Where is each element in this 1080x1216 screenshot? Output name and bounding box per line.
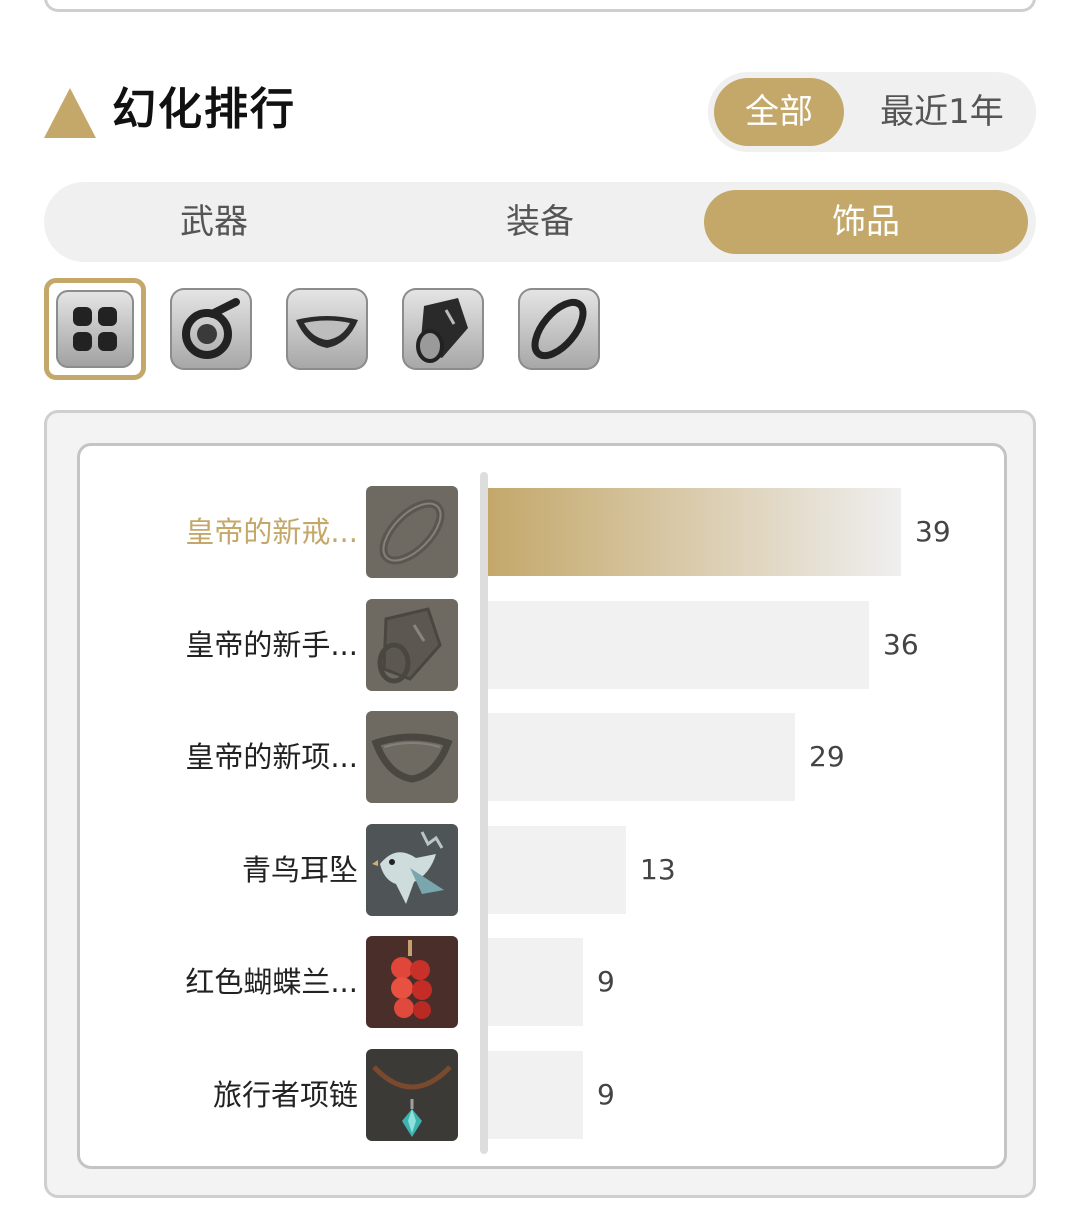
tab-weapons[interactable]: 武器 [58,190,370,254]
ranking-bar [488,938,583,1026]
bar-value-label: 9 [597,965,615,998]
triangle-icon [44,88,96,138]
all-grid-icon [73,307,117,351]
ranking-row[interactable]: 皇帝的新手... 36 [80,598,1010,691]
item-name-label: 青鸟耳坠 [241,852,358,887]
bracelet-icon [366,598,458,691]
ranking-row[interactable]: 皇帝的新戒... 39 [80,486,1010,578]
bracelet-icon [416,298,468,363]
ring-icon [531,298,587,360]
bluebird-earring-icon [366,823,458,916]
bar-value-label: 36 [883,627,919,661]
necklace-icon [296,316,358,348]
bar-value-label: 29 [809,740,845,773]
ranking-bar [488,713,795,801]
slot-filter-earring[interactable] [170,288,252,370]
previous-card-edge [44,0,1036,12]
item-name-label: 皇帝的新戒... [185,515,358,549]
category-tabs: 武器 装备 饰品 [44,182,1036,262]
section-title: 幻化排行 [112,84,296,135]
slot-filter-row [44,278,644,380]
slot-filter-ring[interactable] [518,288,600,370]
ranking-row[interactable]: 青鸟耳坠 13 [80,823,1010,916]
slot-filter-all[interactable] [44,278,146,380]
item-name-label: 旅行者项链 [212,1077,358,1112]
slot-filter-necklace[interactable] [286,288,368,370]
ranking-bar [488,825,626,914]
ranking-row[interactable]: 皇帝的新项... 29 [80,711,1010,803]
bar-value-label: 39 [915,515,951,548]
necklace-icon [366,711,458,803]
ranking-bar [488,600,869,689]
slot-filter-bracelet[interactable] [402,288,484,370]
tab-accessories[interactable]: 饰品 [704,190,1028,254]
traveler-necklace-icon [366,1048,458,1141]
period-toggle: 全部 最近1年 [708,72,1036,152]
ring-icon [366,486,458,578]
item-name-label: 皇帝的新手... [185,627,358,662]
bar-value-label: 13 [640,852,676,886]
red-orchid-earring-icon [366,936,458,1028]
period-option-last-year[interactable]: 最近1年 [854,78,1030,146]
section-header: 幻化排行 [44,80,644,140]
ranking-chart: 皇帝的新戒... 39 皇帝的新手... 36 皇帝的新项... 29 青鸟耳坠 13 红色蝴蝶… [77,443,1007,1169]
ranking-bar [488,488,901,576]
ranking-bar [488,1050,583,1139]
item-name-label: 红色蝴蝶兰... [185,965,358,999]
ranking-row[interactable]: 红色蝴蝶兰... 9 [80,936,1010,1028]
item-name-label: 皇帝的新项... [185,740,358,774]
earring-icon [182,298,240,359]
tab-equipment[interactable]: 装备 [384,190,696,254]
bar-value-label: 9 [597,1077,615,1111]
ranking-chart-card: 皇帝的新戒... 39 皇帝的新手... 36 皇帝的新项... 29 青鸟耳坠 13 红色蝴蝶… [44,410,1036,1198]
period-option-all[interactable]: 全部 [714,78,844,146]
ranking-row[interactable]: 旅行者项链 9 [80,1048,1010,1141]
